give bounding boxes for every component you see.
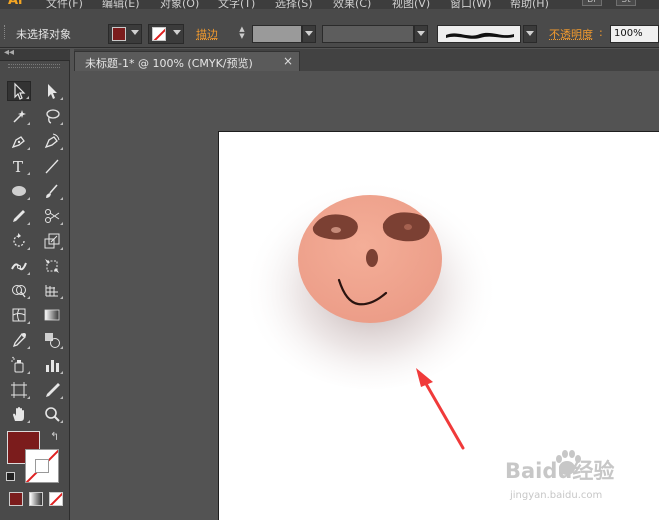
tools-panel-grip[interactable] (8, 64, 60, 68)
document-tab-bar: 未标题-1* @ 100% (CMYK/预览) × (74, 49, 659, 71)
fill-swatch (112, 27, 126, 41)
annotation-arrow-shaft (423, 380, 465, 450)
svg-text:T: T (13, 158, 23, 175)
gradient-tool-icon[interactable] (40, 305, 64, 325)
magic-wand-tool-icon[interactable] (7, 106, 31, 126)
variable-width-profile[interactable] (322, 25, 414, 43)
stroke-weight-field[interactable] (252, 25, 302, 43)
mesh-tool-icon[interactable] (7, 305, 31, 325)
stock-button[interactable]: St (616, 0, 636, 6)
curvature-tool-icon[interactable] (40, 131, 64, 151)
opacity-colon: : (599, 26, 603, 39)
default-fill-stroke-icon[interactable] (6, 472, 15, 481)
brush-definition[interactable] (437, 25, 521, 43)
baidu-watermark-url: jingyan.baidu.com (510, 490, 603, 501)
close-icon[interactable]: × (283, 54, 293, 68)
blend-tool-icon[interactable] (40, 330, 64, 350)
rotate-tool-icon[interactable] (7, 231, 31, 251)
fill-color-dropdown[interactable] (108, 24, 142, 44)
right-eye-highlight (404, 224, 412, 230)
stroke-none-swatch (152, 27, 166, 41)
gradient-mode-icon[interactable] (29, 492, 43, 506)
nose (366, 249, 378, 267)
selection-status-label: 未选择对象 (16, 28, 71, 41)
menu-bar: Ai 文件(F) 编辑(E) 对象(O) 文字(T) 选择(S) 效果(C) 视… (0, 0, 659, 10)
stroke-color-box[interactable] (25, 449, 59, 483)
symbol-sprayer-tool-icon[interactable] (7, 355, 31, 375)
scale-tool-icon[interactable] (40, 231, 64, 251)
chevron-down-icon (173, 30, 181, 35)
chevron-down-icon (417, 31, 425, 36)
collapse-icon[interactable]: ◂◂ (4, 47, 14, 58)
brush-dropdown[interactable] (523, 25, 537, 43)
opacity-input[interactable]: 100% (610, 25, 659, 43)
column-graph-tool-icon[interactable] (40, 355, 64, 375)
chevron-down-icon (526, 31, 534, 36)
free-transform-tool-icon[interactable] (40, 256, 64, 276)
stroke-color-dropdown[interactable] (148, 24, 184, 44)
baidu-paw-logo (556, 450, 581, 475)
document-tab-title: 未标题-1* @ 100% (CMYK/预览) (85, 57, 253, 70)
tools-panel-header: ◂◂ (0, 47, 70, 61)
control-bar-grip[interactable] (4, 25, 7, 39)
perspective-grid-tool-icon[interactable] (40, 280, 64, 300)
brush-stroke-preview (446, 32, 514, 39)
illustrator-window: Ai 文件(F) 编辑(E) 对象(O) 文字(T) 选择(S) 效果(C) 视… (0, 0, 659, 520)
direct-selection-tool-icon[interactable] (40, 81, 64, 101)
scissors-tool-icon[interactable] (40, 206, 64, 226)
type-tool-icon[interactable]: T (7, 156, 31, 176)
line-segment-tool-icon[interactable] (40, 156, 64, 176)
stroke-inner-box (35, 459, 49, 473)
hand-tool-icon[interactable] (7, 404, 31, 424)
lasso-tool-icon[interactable] (40, 106, 64, 126)
slice-tool-icon[interactable] (40, 380, 64, 400)
artboard-tool-icon[interactable] (7, 380, 31, 400)
pen-tool-icon[interactable] (7, 131, 31, 151)
chevron-down-icon (131, 30, 139, 35)
paintbrush-tool-icon[interactable] (40, 181, 64, 201)
document-tab[interactable]: 未标题-1* @ 100% (CMYK/预览) × (74, 51, 300, 71)
bridge-button[interactable]: Br (582, 0, 602, 6)
stroke-weight-dropdown[interactable] (302, 25, 316, 43)
control-bar: 未选择对象 描边 ▲ ▼ 不透明度 : 100% (0, 9, 659, 48)
zoom-tool-icon[interactable] (40, 404, 64, 424)
stroke-weight-stepper[interactable]: ▲ ▼ (238, 26, 246, 41)
eyedropper-tool-icon[interactable] (7, 330, 31, 350)
width-tool-icon[interactable] (7, 256, 31, 276)
chevron-down-icon (305, 31, 313, 36)
pencil-tool-icon[interactable] (7, 206, 31, 226)
left-eye-highlight (331, 227, 341, 233)
none-mode-icon[interactable] (49, 492, 63, 506)
ellipse-tool-icon[interactable] (7, 181, 31, 201)
stroke-weight-label[interactable]: 描边 (196, 26, 218, 42)
color-mode-icon[interactable] (9, 492, 23, 506)
swap-fill-stroke-icon[interactable]: ↰ (50, 430, 59, 443)
app-logo: Ai (8, 0, 23, 8)
selection-tool-icon[interactable] (7, 81, 31, 101)
opacity-label[interactable]: 不透明度 (549, 26, 593, 42)
profile-dropdown[interactable] (414, 25, 428, 43)
shape-builder-tool-icon[interactable] (7, 280, 31, 300)
